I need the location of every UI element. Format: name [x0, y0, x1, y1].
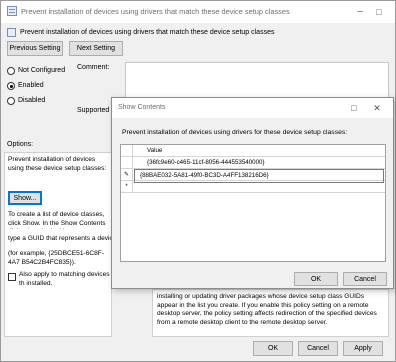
enabled-radio[interactable] — [7, 82, 15, 90]
edit-row-marker: ✎ — [121, 169, 133, 181]
dialog-ok-button[interactable]: OK — [294, 272, 338, 286]
new-row-marker: * — [121, 181, 133, 193]
not-configured-radio[interactable] — [7, 67, 15, 75]
row-marker — [121, 157, 133, 169]
row-value[interactable]: {36fc9e60-c465-11cf-8056-444553540000} — [147, 157, 265, 169]
window-titlebar: Prevent installation of devices using dr… — [1, 1, 395, 23]
previous-setting-button[interactable]: Previous Setting — [7, 41, 63, 56]
dialog-description: Prevent installation of devices using dr… — [122, 129, 348, 136]
policy-icon — [7, 6, 17, 16]
grid-header: Value — [121, 145, 385, 157]
help-panel: installing or updating driver packages w… — [152, 289, 389, 337]
minimize-icon[interactable]: – — [352, 4, 368, 20]
also-apply-label[interactable]: Also apply to matching devices th instal… — [19, 271, 112, 289]
enabled-label[interactable]: Enabled — [18, 82, 44, 89]
options-panel: Prevent installation of devices using th… — [4, 152, 112, 337]
options-example: (for example, {25DBCE51-6C8F-4A7 B54C2B4… — [8, 250, 105, 266]
options-description: Prevent installation of devices using th… — [8, 156, 107, 172]
window-title: Prevent installation of devices using dr… — [21, 7, 290, 16]
show-contents-dialog: Show Contents □ ✕ Prevent installation o… — [111, 97, 394, 289]
dialog-maximize-icon[interactable]: □ — [346, 100, 362, 116]
options-label: Options: — [7, 141, 34, 148]
disabled-radio[interactable] — [7, 97, 15, 105]
options-help-1: To create a list of device classes, clic… — [8, 211, 106, 229]
apply-button[interactable]: Apply — [343, 341, 383, 356]
dialog-title: Show Contents — [118, 104, 166, 111]
ok-button[interactable]: OK — [253, 341, 293, 356]
also-apply-checkbox[interactable] — [8, 273, 16, 281]
next-setting-button[interactable]: Next Setting — [69, 41, 123, 56]
options-help-2: type a GUID that represents a device — [8, 235, 112, 242]
grid-header-selector — [121, 145, 133, 157]
not-configured-label[interactable]: Not Configured — [18, 67, 65, 74]
value-column-header: Value — [147, 147, 163, 154]
help-text: installing or updating driver packages w… — [157, 293, 377, 326]
dialog-titlebar: Show Contents □ ✕ — [112, 98, 393, 118]
dialog-close-icon[interactable]: ✕ — [369, 100, 385, 116]
comment-field[interactable] — [125, 62, 389, 102]
setting-icon — [7, 28, 16, 37]
grid-row[interactable]: {36fc9e60-c465-11cf-8056-444553540000} — [121, 157, 385, 169]
comment-label: Comment: — [77, 64, 110, 71]
maximize-icon[interactable]: □ — [371, 4, 387, 20]
grid-row[interactable]: ✎ {88BAE032-5A81-49f0-BC3D-A4FF138216D6} — [121, 169, 385, 183]
dialog-cancel-button[interactable]: Cancel — [343, 272, 387, 286]
show-button[interactable]: Show... — [8, 191, 42, 205]
values-grid[interactable]: Value {36fc9e60-c465-11cf-8056-444553540… — [120, 144, 386, 262]
grid-row[interactable]: * — [121, 181, 385, 193]
disabled-label[interactable]: Disabled — [18, 97, 45, 104]
setting-title: Prevent installation of devices using dr… — [20, 29, 275, 36]
cancel-button[interactable]: Cancel — [298, 341, 338, 356]
